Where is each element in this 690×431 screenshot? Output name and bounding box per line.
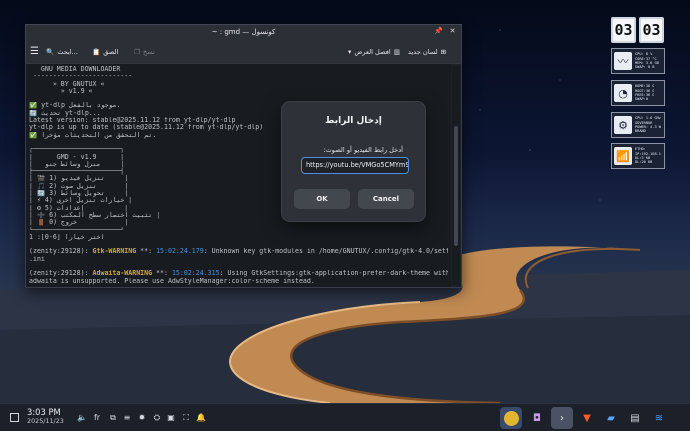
clipboard-icon[interactable]: ⧉ <box>108 413 118 423</box>
terminal-icon: › <box>560 412 564 424</box>
brightness-icon[interactable]: ✹ <box>137 413 147 423</box>
keyboard-layout-indicator[interactable]: fr <box>92 413 102 423</box>
dialog-prompt-label: أدخل رابط الفيديو أو الصوت: <box>323 146 403 154</box>
window-title: ~ : gmd — كونسول <box>211 28 276 36</box>
url-input-dialog: إدخال الرابط أدخل رابط الفيديو أو الصوت:… <box>281 101 426 222</box>
split-view-button[interactable]: ▾ افصل العرض ▥ <box>348 44 400 59</box>
close-icon[interactable]: ✕ <box>448 27 457 36</box>
ok-button[interactable]: OK <box>294 189 350 209</box>
cancel-button[interactable]: Cancel <box>358 189 414 209</box>
copy-icon: ❐ <box>134 47 140 56</box>
search-button[interactable]: 🔍 ابحث... <box>46 44 78 59</box>
url-input[interactable]: https://youtu.be/VMGo5CMYm9U <box>301 157 409 174</box>
task-app-discord[interactable]: ◘ <box>526 407 548 429</box>
network-monitor-widget: 📶 ETH0: IP:192.168.1.3 UL:3 KB DL:20 KB <box>611 143 665 169</box>
show-desktop-icon[interactable] <box>10 413 19 422</box>
folder-icon: ▰ <box>607 412 615 424</box>
paste-label: الصق <box>103 47 119 56</box>
task-brave[interactable]: ▼ <box>576 407 598 429</box>
paste-icon: 📋 <box>92 47 101 56</box>
wave-icon: ≋ <box>654 412 664 424</box>
task-file-manager[interactable]: ▰ <box>600 407 622 429</box>
konsole-toolbar: ☰ 🔍 ابحث... 📋 الصق ❐ نسخ ▾ افصل العرض ▥ … <box>26 39 461 64</box>
pin-icon[interactable]: 📌 <box>434 27 443 36</box>
clock-hours: 03 <box>611 17 636 43</box>
paste-button[interactable]: 📋 الصق <box>92 44 118 59</box>
search-icon: 🔍 <box>46 47 55 56</box>
dialog-title: إدخال الرابط <box>325 116 382 126</box>
copy-label: نسخ <box>142 47 155 56</box>
power-monitor-widget: ⚙ CPU: 1.6 GHz GOVERNOR POWER: 4.3 W BRA… <box>611 112 665 138</box>
task-app-yellow[interactable] <box>500 407 522 429</box>
volume-icon[interactable]: 🔈 <box>77 413 87 423</box>
clock-time: 3:03 PM <box>27 407 61 417</box>
task-app-wave[interactable]: ≋ <box>648 407 670 429</box>
disk-monitor-text: HOME:36 G ROOT:36 G FREE:36 G SWAP:0 <box>635 84 655 102</box>
split-view-icon: ▥ <box>393 47 400 56</box>
image-icon[interactable]: ▣ <box>166 413 176 423</box>
monitor-icon: ▤ <box>630 412 640 424</box>
new-tab-button[interactable]: لسان جديد ⊞ <box>408 44 446 59</box>
window-titlebar[interactable]: ~ : gmd — كونسول 📌 ✕ <box>26 25 461 39</box>
activity-icon: 〰 <box>614 52 632 70</box>
task-konsole[interactable]: › <box>551 407 573 429</box>
discord-icon: ◘ <box>533 412 541 424</box>
cpu-monitor-widget: 〰 CPU: 8 % CORE:37 °C MEM: 3.6 GB SWAP: … <box>611 48 665 74</box>
chevron-down-icon: ▾ <box>348 47 352 56</box>
taskbar-clock[interactable]: 3:03 PM 2025/11/23 <box>27 408 64 426</box>
new-tab-icon: ⊞ <box>440 47 447 56</box>
taskbar: 3:03 PM 2025/11/23 🔈 fr ⧉ ≡ ✹ ⛭ ▣ ⛶ 🔔 ◘ … <box>0 403 690 431</box>
task-system-monitor[interactable]: ▤ <box>624 407 646 429</box>
network-icon[interactable]: ⛶ <box>181 413 191 423</box>
disk-gauge-icon: ◔ <box>614 84 632 102</box>
notifications-icon[interactable]: 🔔 <box>196 413 206 423</box>
wifi-icon: 📶 <box>614 147 632 165</box>
power-monitor-text: CPU: 1.6 GHz GOVERNOR POWER: 4.3 W BRAND <box>635 116 661 134</box>
clock-minutes: 03 <box>639 17 664 43</box>
app-logo-icon <box>503 410 519 426</box>
disk-monitor-widget: ◔ HOME:36 G ROOT:36 G FREE:36 G SWAP:0 <box>611 80 665 106</box>
clock-date: 2025/11/23 <box>27 417 64 425</box>
new-tab-label: لسان جديد <box>408 47 438 56</box>
gear-icon: ⚙ <box>614 116 632 134</box>
copy-button[interactable]: ❐ نسخ <box>134 44 155 59</box>
cpu-monitor-text: CPU: 8 % CORE:37 °C MEM: 3.6 GB SWAP: 0 … <box>635 52 659 70</box>
split-view-label: افصل العرض <box>354 47 391 56</box>
brave-icon: ▼ <box>583 412 591 424</box>
notes-icon[interactable]: ≡ <box>122 413 132 423</box>
hamburger-menu-icon[interactable]: ☰ <box>30 44 39 59</box>
search-label: ابحث... <box>57 47 78 56</box>
network-monitor-text: ETH0: IP:192.168.1.3 UL:3 KB DL:20 KB <box>635 147 662 165</box>
clock-widget: 03 03 <box>611 17 664 43</box>
system-tray-icon[interactable]: ⛭ <box>152 413 162 423</box>
